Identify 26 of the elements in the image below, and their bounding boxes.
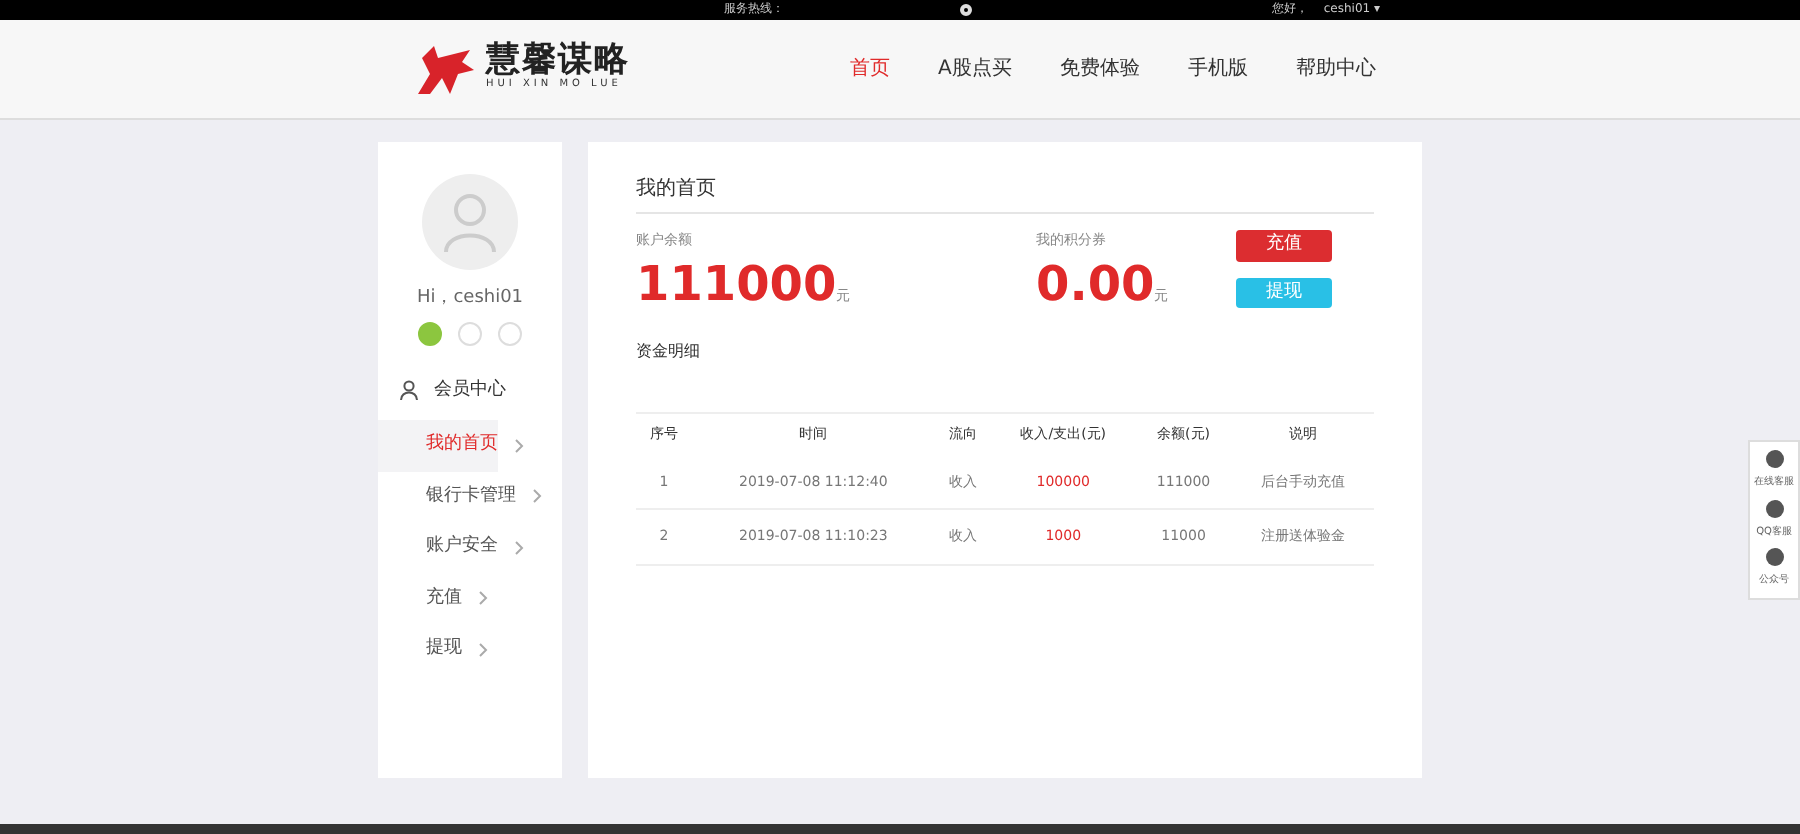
sidebar-item[interactable]: 账户安全 — [378, 522, 498, 573]
sidebar-greeting: Hi，ceshi01 — [416, 286, 524, 312]
chevron-icon — [514, 437, 524, 454]
chevron-icon — [532, 488, 542, 505]
sidebar-item[interactable]: 充值 — [378, 573, 462, 624]
page-title: 我的首页 — [636, 174, 1374, 214]
logo-title: 慧馨谋略 — [486, 44, 630, 79]
section-title: 资金明细 — [636, 340, 702, 364]
nav-link-item[interactable]: 帮助中心 — [1295, 54, 1376, 84]
sidebar-item[interactable]: 我的首页 — [378, 420, 498, 471]
chevron-icon — [514, 539, 524, 556]
user-icon — [400, 380, 418, 401]
nav-link-item[interactable]: 首页 — [850, 54, 890, 84]
chevron-icon — [478, 641, 488, 658]
balance-amount: 0.00 — [1036, 259, 1155, 307]
action-button[interactable]: 充值 — [1236, 230, 1332, 261]
sidebar-item[interactable]: 银行卡管理 — [378, 471, 516, 522]
sidebar-item[interactable]: 提现 — [378, 624, 462, 675]
nav-link-item[interactable]: 免费体验 — [1059, 54, 1140, 84]
avatar-placeholder — [422, 174, 518, 270]
sidebar-section-title: 会员中心 — [434, 377, 506, 403]
circle-icon — [960, 4, 972, 16]
balance-amount: 111000 — [636, 259, 837, 307]
nav-link-item[interactable]: 手机版 — [1187, 54, 1248, 84]
chevron-icon — [478, 590, 488, 607]
nav-link-item[interactable]: A股点买 — [938, 54, 1012, 84]
